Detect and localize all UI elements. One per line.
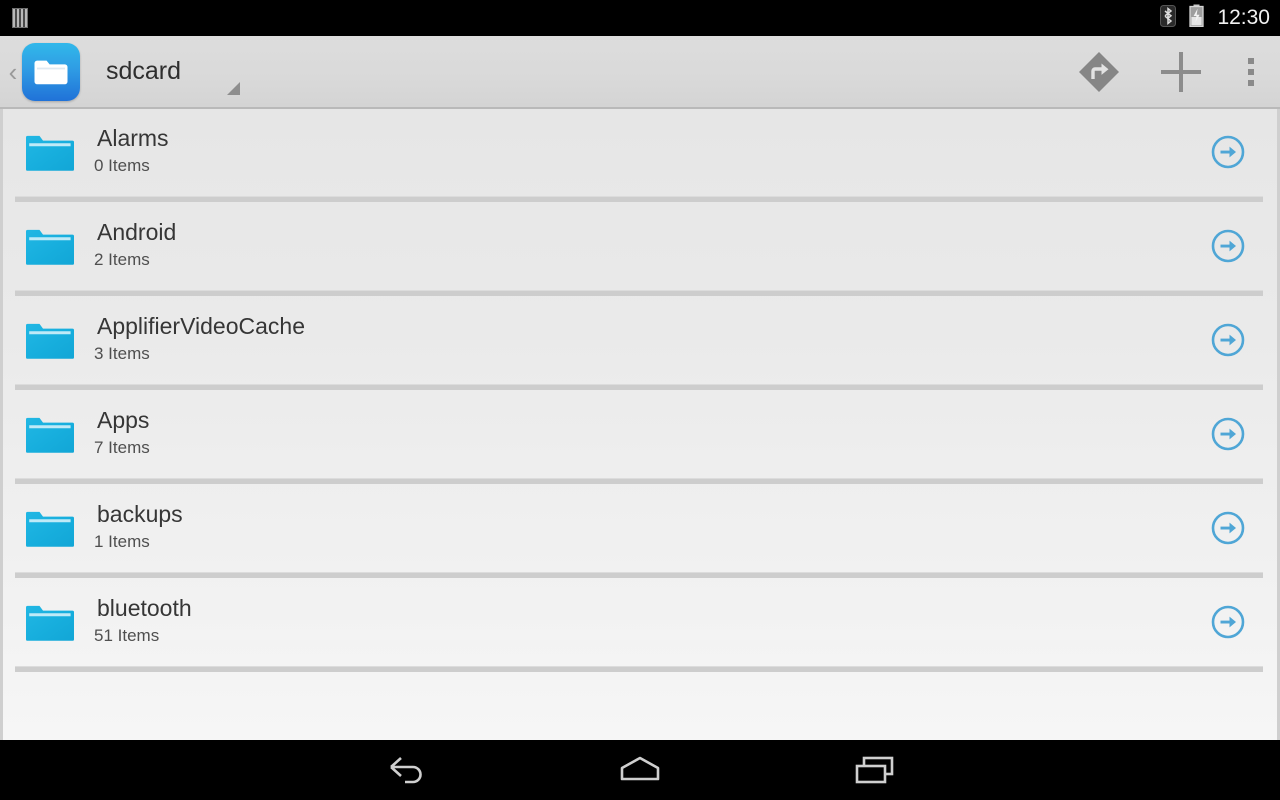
folder-icon (26, 320, 74, 360)
circle-arrow-right-icon[interactable] (1211, 417, 1245, 451)
list-item[interactable]: Alarms 0 Items (3, 109, 1277, 195)
three-dots-icon (1248, 57, 1254, 86)
list-item-count: 7 Items (94, 437, 150, 457)
overflow-menu-button[interactable] (1222, 36, 1280, 107)
list-divider (3, 383, 1277, 391)
list-item[interactable]: Apps 7 Items (3, 391, 1277, 477)
list-item-title: bluetooth (97, 595, 192, 622)
list-divider (3, 477, 1277, 485)
file-list[interactable]: Alarms 0 Items Android 2 Items Applifier… (0, 109, 1280, 740)
list-divider (3, 665, 1277, 673)
list-item-text: bluetooth 51 Items (94, 595, 192, 648)
dropdown-triangle-icon[interactable] (227, 82, 240, 95)
back-button[interactable] (365, 741, 445, 799)
list-item-title: Alarms (97, 125, 169, 152)
page-title: sdcard (106, 57, 182, 85)
list-item-text: Apps 7 Items (94, 407, 150, 460)
sim-card-icon (12, 8, 28, 28)
list-item[interactable]: bluetooth 51 Items (3, 579, 1277, 665)
add-button[interactable] (1140, 36, 1222, 107)
list-divider (3, 289, 1277, 297)
list-item-count: 51 Items (94, 625, 160, 645)
folder-icon (26, 414, 74, 454)
status-bar-clock: 12:30 (1217, 6, 1270, 29)
circle-arrow-right-icon[interactable] (1211, 229, 1245, 263)
list-item-title: Android (97, 219, 177, 246)
list-item-text: Alarms 0 Items (94, 125, 169, 178)
list-divider (3, 195, 1277, 203)
breadcrumb-title-wrap[interactable]: sdcard (106, 35, 240, 108)
battery-charging-icon (1189, 4, 1205, 32)
folder-icon (26, 508, 74, 548)
action-bar: ‹ sdcard (0, 36, 1280, 109)
system-navigation-bar (0, 740, 1280, 800)
folder-icon (26, 602, 74, 642)
circle-arrow-right-icon[interactable] (1211, 323, 1245, 357)
list-item-text: ApplifierVideoCache 3 Items (94, 313, 305, 366)
status-bar: 12:30 (0, 0, 1280, 36)
list-item-title: backups (97, 501, 183, 528)
list-item-count: 3 Items (94, 343, 150, 363)
android-file-manager-screen: 12:30 ‹ sdcard Alarms 0 Items Android 2 … (0, 0, 1280, 800)
list-item-title: Apps (97, 407, 150, 434)
list-divider (3, 571, 1277, 579)
folder-icon (26, 132, 74, 172)
circle-arrow-right-icon[interactable] (1211, 511, 1245, 545)
list-item-count: 2 Items (94, 249, 150, 269)
list-item[interactable]: Android 2 Items (3, 203, 1277, 289)
folder-app-icon[interactable] (22, 42, 80, 101)
home-button[interactable] (600, 741, 680, 799)
list-item-count: 1 Items (94, 531, 150, 551)
list-item-count: 0 Items (94, 155, 150, 175)
status-bar-right: 12:30 (1160, 4, 1280, 32)
action-bar-buttons (1058, 35, 1280, 108)
list-item-text: backups 1 Items (94, 501, 183, 554)
recents-button[interactable] (835, 741, 915, 799)
status-bar-left (0, 8, 28, 28)
circle-arrow-right-icon[interactable] (1211, 605, 1245, 639)
list-item-title: ApplifierVideoCache (97, 313, 305, 340)
circle-arrow-right-icon[interactable] (1211, 135, 1245, 169)
list-item-text: Android 2 Items (94, 219, 177, 272)
folder-icon (26, 226, 74, 266)
navigate-button[interactable] (1058, 36, 1140, 107)
list-item[interactable]: ApplifierVideoCache 3 Items (3, 297, 1277, 383)
bluetooth-icon (1160, 4, 1177, 32)
up-navigation-chevron-icon[interactable]: ‹ (4, 59, 22, 85)
list-item[interactable]: backups 1 Items (3, 485, 1277, 571)
